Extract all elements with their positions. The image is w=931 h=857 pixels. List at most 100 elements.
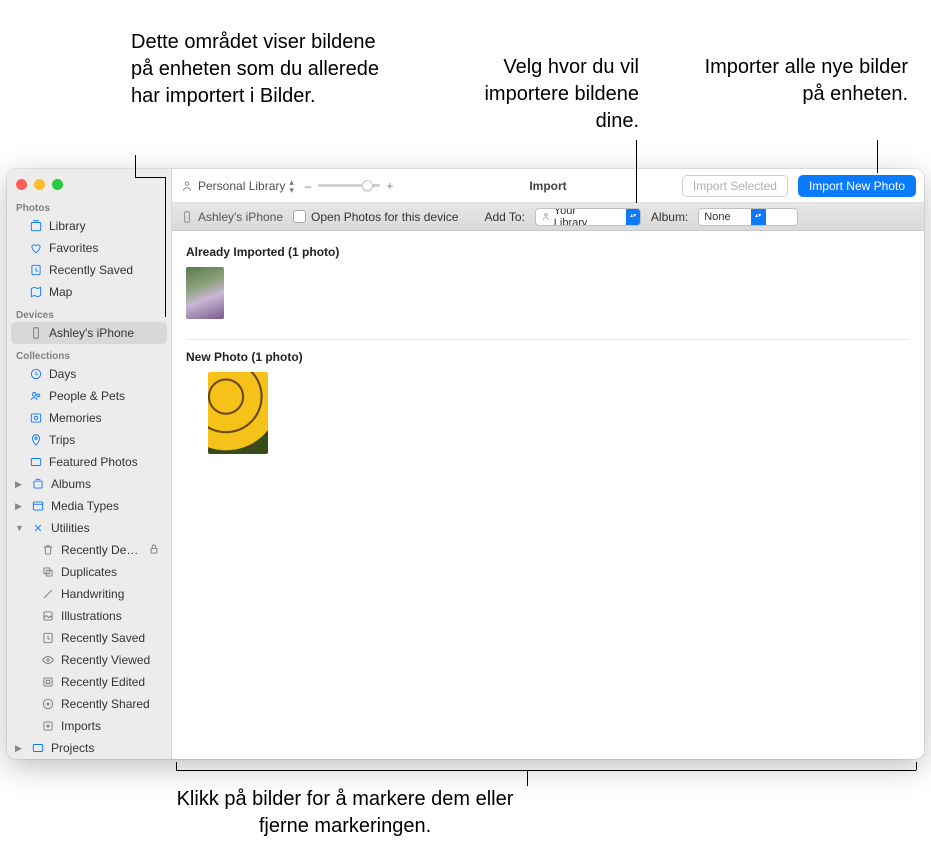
sidebar-item-library[interactable]: Library — [11, 215, 167, 237]
zoom-out[interactable]: – — [304, 179, 312, 193]
sidebar-item-label: Media Types — [51, 499, 161, 513]
sidebar-item-label: Albums — [51, 477, 161, 491]
sidebar-item-utilities[interactable]: ▼ Utilities — [11, 517, 167, 539]
section-collections: Collections — [7, 348, 171, 363]
open-photos-checkbox[interactable]: Open Photos for this device — [293, 210, 458, 224]
sidebar-item-label: Projects — [51, 741, 161, 755]
edited-icon — [41, 675, 55, 689]
sidebar-item-media-types[interactable]: ▶ Media Types — [11, 495, 167, 517]
sidebar-item-recently-saved[interactable]: Recently Saved — [11, 259, 167, 281]
sidebar-item-label: Recently Deleted — [61, 543, 141, 557]
sidebar-item-projects[interactable]: ▶ Projects — [11, 737, 167, 759]
handwriting-icon — [41, 587, 55, 601]
device-name: Ashley's iPhone — [198, 210, 283, 224]
add-to-value: Your Library — [541, 208, 627, 226]
device-indicator: Ashley's iPhone — [180, 210, 283, 224]
people-icon — [29, 389, 43, 403]
toolbar-title: Import — [529, 179, 566, 193]
chevron-updown-icon: ▴▾ — [289, 178, 294, 194]
illustrations-icon — [41, 609, 55, 623]
photo-thumbnail[interactable] — [186, 267, 224, 319]
disclosure-icon[interactable]: ▼ — [15, 523, 25, 533]
sidebar-item-label: Recently Saved — [49, 263, 161, 277]
recently-saved-icon — [29, 263, 43, 277]
chevron-updown-icon: ▴▾ — [751, 209, 766, 225]
checkbox-box[interactable] — [293, 210, 306, 223]
album-select[interactable]: None ▴▾ — [698, 208, 798, 226]
sidebar-item-label: Illustrations — [61, 609, 161, 623]
shared-icon — [41, 697, 55, 711]
imports-icon — [41, 719, 55, 733]
memories-icon — [29, 411, 43, 425]
new-photo-thumbs — [186, 372, 910, 454]
sidebar-item-recently-viewed[interactable]: Recently Viewed — [11, 649, 167, 671]
utilities-icon — [31, 521, 45, 535]
duplicates-icon — [41, 565, 55, 579]
photo-thumbnail[interactable] — [208, 372, 268, 454]
zoom-track[interactable] — [318, 184, 380, 187]
sidebar-item-label: Library — [49, 219, 161, 233]
maximize-button[interactable] — [52, 179, 63, 190]
sidebar-item-label: Memories — [49, 411, 161, 425]
sidebar-item-label: Featured Photos — [49, 455, 161, 469]
recently-saved-icon — [41, 631, 55, 645]
sidebar: Photos Library Favorites Recently Saved … — [7, 169, 172, 759]
trash-icon — [41, 543, 55, 557]
sidebar-item-people-pets[interactable]: People & Pets — [11, 385, 167, 407]
sidebar-item-recently-saved-2[interactable]: Recently Saved — [11, 627, 167, 649]
trips-icon — [29, 433, 43, 447]
zoom-in[interactable]: + — [386, 179, 394, 193]
zoom-slider[interactable]: – + — [304, 179, 394, 193]
photos-app-window: Photos Library Favorites Recently Saved … — [7, 169, 924, 759]
already-imported-header: Already Imported (1 photo) — [186, 245, 910, 259]
disclosure-icon[interactable]: ▶ — [15, 743, 25, 754]
sidebar-item-memories[interactable]: Memories — [11, 407, 167, 429]
album-label: Album: — [651, 210, 688, 224]
sidebar-item-trips[interactable]: Trips — [11, 429, 167, 451]
eye-icon — [41, 653, 55, 667]
sidebar-item-map[interactable]: Map — [11, 281, 167, 303]
callout-choose-destination: Velg hvor du vil importere bildene dine. — [454, 54, 639, 135]
callout-import-all: Importer alle nye bilder på enheten. — [693, 54, 908, 108]
days-icon — [29, 367, 43, 381]
sidebar-item-duplicates[interactable]: Duplicates — [11, 561, 167, 583]
heart-icon — [29, 241, 43, 255]
sidebar-item-albums[interactable]: ▶ Albums — [11, 473, 167, 495]
close-button[interactable] — [16, 179, 27, 190]
zoom-thumb[interactable] — [362, 180, 373, 191]
library-popup-label: Personal Library — [198, 179, 285, 193]
sidebar-item-illustrations[interactable]: Illustrations — [11, 605, 167, 627]
lock-icon — [147, 542, 161, 559]
sidebar-item-recently-edited[interactable]: Recently Edited — [11, 671, 167, 693]
sidebar-item-featured-photos[interactable]: Featured Photos — [11, 451, 167, 473]
library-popup[interactable]: Personal Library ▴▾ — [180, 178, 294, 194]
sidebar-item-label: Ashley's iPhone — [49, 326, 161, 340]
sidebar-item-label: Recently Shared — [61, 697, 161, 711]
add-to-label: Add To: — [484, 210, 524, 224]
import-subbar: Ashley's iPhone Open Photos for this dev… — [172, 203, 924, 231]
import-new-photo-button[interactable]: Import New Photo — [798, 175, 916, 197]
projects-icon — [31, 741, 45, 755]
sidebar-item-label: Trips — [49, 433, 161, 447]
sidebar-item-label: Imports — [61, 719, 161, 733]
window-controls — [7, 173, 171, 200]
callout-select-photos: Klikk på bilder for å markere dem eller … — [160, 786, 530, 840]
sidebar-item-label: Handwriting — [61, 587, 161, 601]
disclosure-icon[interactable]: ▶ — [15, 501, 25, 512]
already-imported-thumbs — [186, 267, 910, 319]
disclosure-icon[interactable]: ▶ — [15, 479, 25, 490]
albums-icon — [31, 477, 45, 491]
sidebar-item-label: Utilities — [51, 521, 161, 535]
sidebar-item-handwriting[interactable]: Handwriting — [11, 583, 167, 605]
import-content: Already Imported (1 photo) New Photo (1 … — [172, 231, 924, 759]
sidebar-item-recently-deleted[interactable]: Recently Deleted — [11, 539, 167, 561]
sidebar-item-device[interactable]: Ashley's iPhone — [11, 322, 167, 344]
sidebar-item-days[interactable]: Days — [11, 363, 167, 385]
sidebar-item-recently-shared[interactable]: Recently Shared — [11, 693, 167, 715]
minimize-button[interactable] — [34, 179, 45, 190]
chevron-updown-icon: ▴▾ — [626, 209, 639, 225]
sidebar-item-favorites[interactable]: Favorites — [11, 237, 167, 259]
sidebar-item-imports[interactable]: Imports — [11, 715, 167, 737]
import-selected-button[interactable]: Import Selected — [682, 175, 788, 197]
add-to-select[interactable]: Your Library ▴▾ — [535, 208, 641, 226]
